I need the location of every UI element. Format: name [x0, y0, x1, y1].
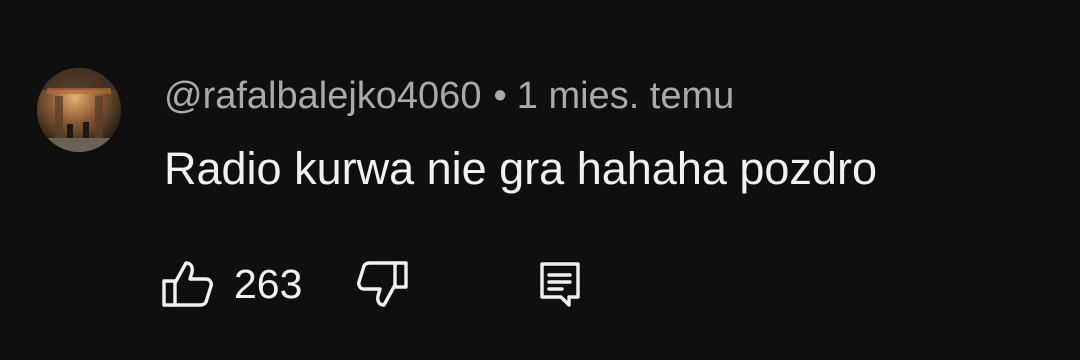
thumbs-down-icon — [357, 261, 408, 307]
thumbs-up-icon — [162, 261, 213, 307]
comment-timestamp[interactable]: 1 mies. temu — [517, 75, 735, 117]
comment-header: @rafalbalejko4060 • 1 mies. temu — [164, 72, 734, 120]
dislike-button[interactable] — [356, 256, 410, 312]
reply-button[interactable] — [538, 256, 582, 312]
comment-actions: 263 — [160, 256, 620, 312]
avatar-image — [37, 68, 121, 152]
like-button[interactable]: 263 — [160, 256, 302, 312]
comment-text: Radio kurwa nie gra hahaha pozdro — [164, 143, 877, 194]
avatar[interactable] — [37, 68, 121, 152]
author-handle[interactable]: @rafalbalejko4060 — [164, 75, 481, 117]
meta-separator: • — [493, 75, 507, 117]
reply-comment-icon — [540, 262, 580, 307]
like-count: 263 — [234, 261, 303, 307]
comment-thread: @rafalbalejko4060 • 1 mies. temu Radio kur… — [0, 0, 1080, 360]
